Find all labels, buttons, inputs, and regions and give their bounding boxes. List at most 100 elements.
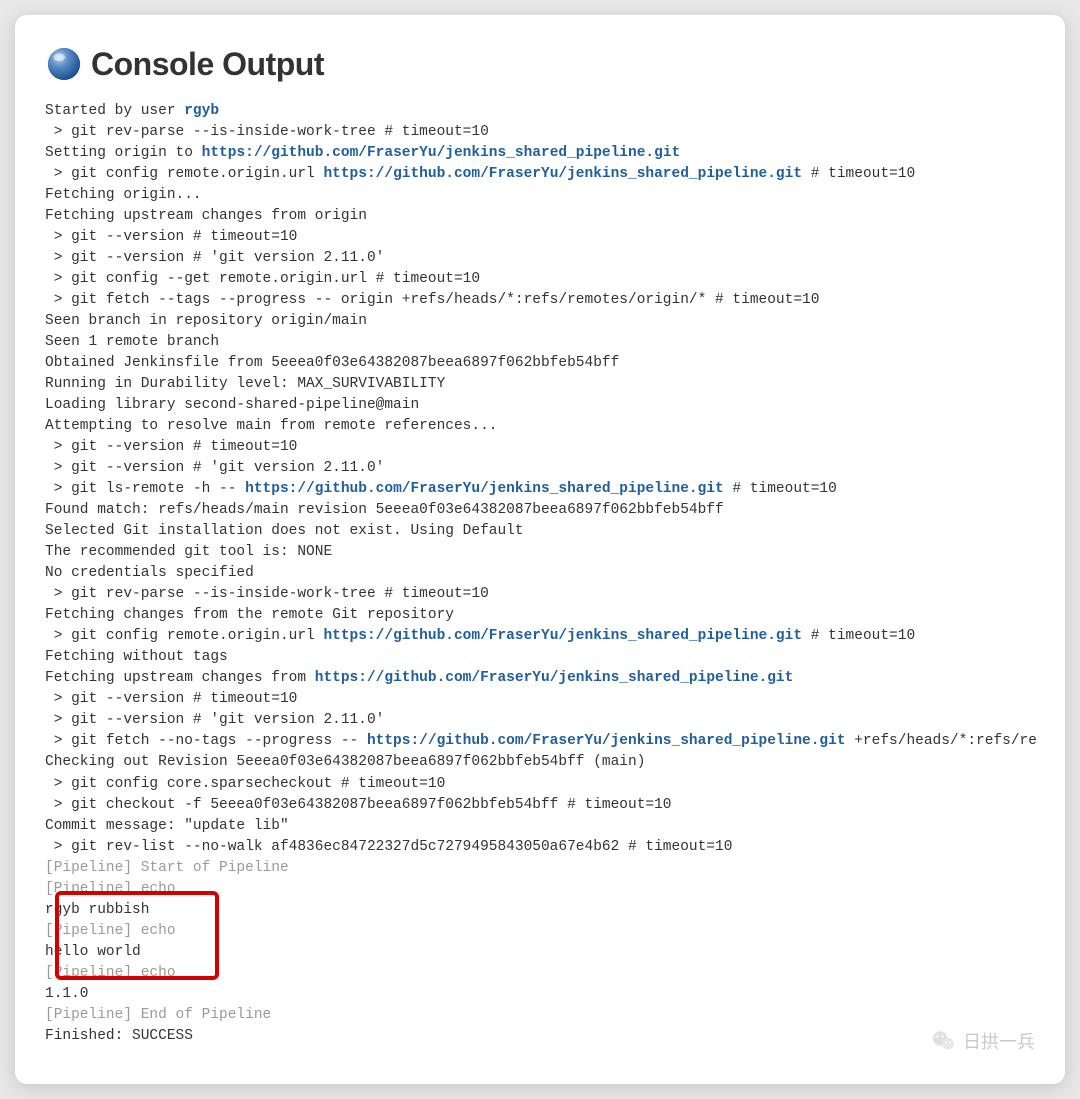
console-text: > git --version # timeout=10 bbox=[45, 691, 297, 707]
console-line: Fetching upstream changes from https://g… bbox=[45, 668, 1035, 689]
console-text: Running in Durability level: MAX_SURVIVA… bbox=[45, 376, 445, 392]
console-header: Console Output bbox=[15, 45, 1065, 101]
console-text: > git fetch --no-tags --progress -- bbox=[45, 733, 367, 749]
console-text: Fetching changes from the remote Git rep… bbox=[45, 607, 454, 623]
console-text: > git --version # 'git version 2.11.0' bbox=[45, 712, 384, 728]
console-link[interactable]: https://github.com/FraserYu/jenkins_shar… bbox=[367, 733, 846, 749]
console-line: Commit message: "update lib" bbox=[45, 816, 1035, 837]
console-text: 1.1.0 bbox=[45, 986, 89, 1002]
console-text: Finished: SUCCESS bbox=[45, 1028, 193, 1044]
console-text: Loading library second-shared-pipeline@m… bbox=[45, 397, 419, 413]
console-text: Seen branch in repository origin/main bbox=[45, 313, 367, 329]
console-line: 1.1.0 bbox=[45, 984, 1035, 1005]
console-text: Selected Git installation does not exist… bbox=[45, 523, 524, 539]
console-line: > git config remote.origin.url https://g… bbox=[45, 626, 1035, 647]
console-text: # timeout=10 bbox=[802, 166, 915, 182]
console-line: Fetching without tags bbox=[45, 647, 1035, 668]
console-text: Attempting to resolve main from remote r… bbox=[45, 418, 497, 434]
console-line: > git ls-remote -h -- https://github.com… bbox=[45, 479, 1035, 500]
console-line: > git rev-parse --is-inside-work-tree # … bbox=[45, 584, 1035, 605]
console-line: The recommended git tool is: NONE bbox=[45, 542, 1035, 563]
console-text: Fetching upstream changes from origin bbox=[45, 208, 367, 224]
console-text: Started by user bbox=[45, 103, 184, 119]
pipeline-marker: [Pipeline] Start of Pipeline bbox=[45, 860, 289, 876]
console-line: Seen 1 remote branch bbox=[45, 332, 1035, 353]
console-line: > git config remote.origin.url https://g… bbox=[45, 164, 1035, 185]
console-text: > git --version # timeout=10 bbox=[45, 439, 297, 455]
console-text: Setting origin to bbox=[45, 145, 202, 161]
pipeline-marker: [Pipeline] echo bbox=[45, 965, 176, 981]
pipeline-marker: [Pipeline] echo bbox=[45, 923, 176, 939]
console-text: Seen 1 remote branch bbox=[45, 334, 219, 350]
console-line: hello world bbox=[45, 942, 1035, 963]
console-line: Attempting to resolve main from remote r… bbox=[45, 416, 1035, 437]
console-text: # timeout=10 bbox=[724, 481, 837, 497]
console-line: Selected Git installation does not exist… bbox=[45, 521, 1035, 542]
console-line: > git --version # 'git version 2.11.0' bbox=[45, 710, 1035, 731]
console-line: Fetching changes from the remote Git rep… bbox=[45, 605, 1035, 626]
console-text: Checking out Revision 5eeea0f03e64382087… bbox=[45, 754, 645, 770]
console-text: > git --version # 'git version 2.11.0' bbox=[45, 460, 384, 476]
watermark: 日拱一兵 bbox=[931, 1028, 1035, 1054]
console-text: Fetching without tags bbox=[45, 649, 228, 665]
console-line: > git rev-parse --is-inside-work-tree # … bbox=[45, 122, 1035, 143]
console-text: The recommended git tool is: NONE bbox=[45, 544, 332, 560]
console-text: > git rev-parse --is-inside-work-tree # … bbox=[45, 586, 489, 602]
console-window: Console Output Started by user rgyb > gi… bbox=[15, 15, 1065, 1084]
console-text: hello world bbox=[45, 944, 141, 960]
console-link[interactable]: https://github.com/FraserYu/jenkins_shar… bbox=[323, 628, 802, 644]
console-line: Fetching origin... bbox=[45, 185, 1035, 206]
pipeline-marker: [Pipeline] echo bbox=[45, 881, 176, 897]
console-line: > git fetch --no-tags --progress -- http… bbox=[45, 731, 1035, 752]
console-line: [Pipeline] echo bbox=[45, 879, 1035, 900]
console-text: > git rev-list --no-walk af4836ec8472232… bbox=[45, 839, 732, 855]
console-text: > git fetch --tags --progress -- origin … bbox=[45, 292, 819, 308]
console-line: > git --version # timeout=10 bbox=[45, 689, 1035, 710]
console-text: > git checkout -f 5eeea0f03e64382087beea… bbox=[45, 797, 672, 813]
ball-status-icon bbox=[45, 45, 83, 83]
console-line: > git rev-list --no-walk af4836ec8472232… bbox=[45, 837, 1035, 858]
console-text: Commit message: "update lib" bbox=[45, 818, 289, 834]
console-line: Loading library second-shared-pipeline@m… bbox=[45, 395, 1035, 416]
console-text: > git rev-parse --is-inside-work-tree # … bbox=[45, 124, 489, 140]
console-text: # timeout=10 bbox=[802, 628, 915, 644]
page-title: Console Output bbox=[91, 46, 324, 83]
console-link[interactable]: rgyb bbox=[184, 103, 219, 119]
console-text: > git --version # timeout=10 bbox=[45, 229, 297, 245]
console-line: > git config --get remote.origin.url # t… bbox=[45, 269, 1035, 290]
console-line: Finished: SUCCESS bbox=[45, 1026, 1035, 1047]
console-line: > git fetch --tags --progress -- origin … bbox=[45, 290, 1035, 311]
console-line: Setting origin to https://github.com/Fra… bbox=[45, 143, 1035, 164]
console-line: No credentials specified bbox=[45, 563, 1035, 584]
console-line: Found match: refs/heads/main revision 5e… bbox=[45, 500, 1035, 521]
console-line: > git checkout -f 5eeea0f03e64382087beea… bbox=[45, 795, 1035, 816]
console-text: Obtained Jenkinsfile from 5eeea0f03e6438… bbox=[45, 355, 619, 371]
console-text: Found match: refs/heads/main revision 5e… bbox=[45, 502, 724, 518]
console-line: Started by user rgyb bbox=[45, 101, 1035, 122]
console-line: Running in Durability level: MAX_SURVIVA… bbox=[45, 374, 1035, 395]
watermark-text: 日拱一兵 bbox=[963, 1028, 1035, 1054]
console-link[interactable]: https://github.com/FraserYu/jenkins_shar… bbox=[323, 166, 802, 182]
console-text: > git config remote.origin.url bbox=[45, 628, 323, 644]
console-text: > git --version # 'git version 2.11.0' bbox=[45, 250, 384, 266]
console-line: > git --version # 'git version 2.11.0' bbox=[45, 458, 1035, 479]
console-line: Checking out Revision 5eeea0f03e64382087… bbox=[45, 752, 1035, 773]
console-line: > git config core.sparsecheckout # timeo… bbox=[45, 774, 1035, 795]
console-line: [Pipeline] echo bbox=[45, 921, 1035, 942]
console-line: [Pipeline] echo bbox=[45, 963, 1035, 984]
console-link[interactable]: https://github.com/FraserYu/jenkins_shar… bbox=[245, 481, 724, 497]
console-line: rgyb rubbish bbox=[45, 900, 1035, 921]
console-text: > git config remote.origin.url bbox=[45, 166, 323, 182]
console-link[interactable]: https://github.com/FraserYu/jenkins_shar… bbox=[315, 670, 794, 686]
console-line: Obtained Jenkinsfile from 5eeea0f03e6438… bbox=[45, 353, 1035, 374]
console-text: Fetching upstream changes from bbox=[45, 670, 315, 686]
console-line: > git --version # timeout=10 bbox=[45, 227, 1035, 248]
console-link[interactable]: https://github.com/FraserYu/jenkins_shar… bbox=[202, 145, 681, 161]
pipeline-marker: [Pipeline] End of Pipeline bbox=[45, 1007, 271, 1023]
console-text: > git config core.sparsecheckout # timeo… bbox=[45, 776, 445, 792]
console-line: > git --version # timeout=10 bbox=[45, 437, 1035, 458]
console-text: No credentials specified bbox=[45, 565, 254, 581]
console-line: Seen branch in repository origin/main bbox=[45, 311, 1035, 332]
console-output: Started by user rgyb > git rev-parse --i… bbox=[15, 101, 1065, 1047]
console-line: [Pipeline] End of Pipeline bbox=[45, 1005, 1035, 1026]
